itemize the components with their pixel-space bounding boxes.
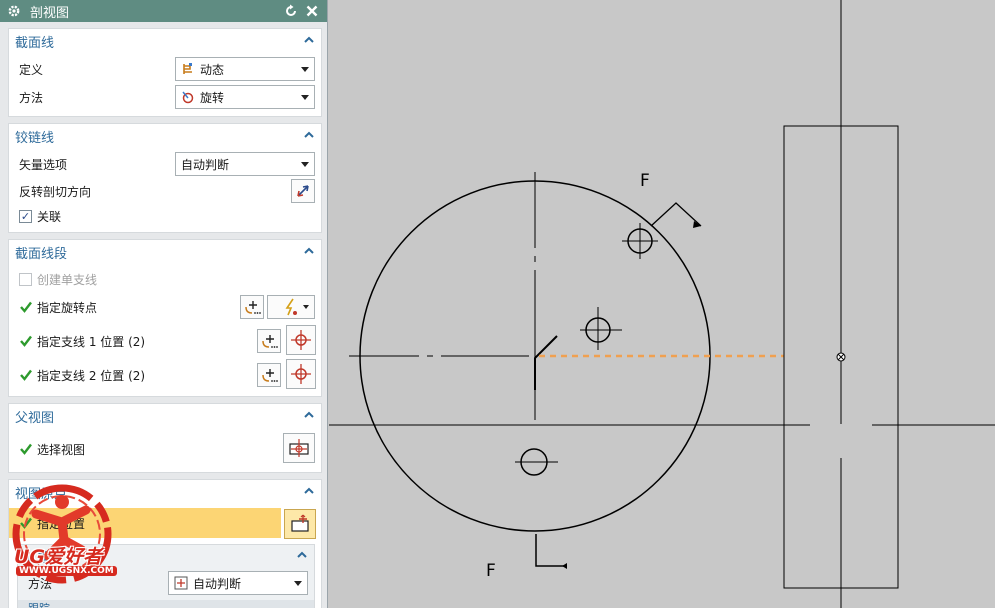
parent-view-group: 父视图 选择视图 (8, 403, 322, 473)
inferred-point-icon (285, 298, 297, 316)
section-line-group: 截面线 定义 动态 方法 旋转 (8, 28, 322, 117)
section-line-title: 截面线 (15, 35, 55, 51)
branch2-label: 指定支线 2 位置 (2) (37, 368, 146, 383)
parent-view-header[interactable]: 父视图 (9, 404, 321, 428)
hinge-line-title: 铰链线 (15, 130, 55, 146)
logo-url: WWW.UGSNX.COM (16, 566, 117, 576)
select-view-label: 选择视图 (37, 442, 86, 457)
dialog-titlebar: 剖视图 (0, 0, 327, 22)
branch2-crosshair-button[interactable] (286, 359, 316, 389)
branch1-label: 指定支线 1 位置 (2) (37, 334, 146, 349)
assoc-row: ✓ 关联 (9, 203, 321, 229)
point-inference-dropdown[interactable] (267, 295, 315, 319)
select-view-button[interactable] (283, 433, 315, 463)
parent-view-title: 父视图 (15, 410, 55, 426)
define-row: 定义 动态 (9, 56, 321, 82)
select-view-row: 选择视图 (9, 433, 321, 463)
green-check-icon (20, 369, 32, 381)
section-line-header[interactable]: 截面线 (9, 29, 321, 53)
chevron-down-icon (303, 305, 309, 309)
vector-value: 自动判断 (181, 157, 230, 172)
section-label-bottom[interactable]: F (486, 561, 496, 581)
green-check-icon (20, 443, 32, 455)
branch2-row: 指定支线 2 位置 (2) (9, 359, 321, 389)
chevron-up-icon[interactable] (303, 245, 315, 257)
chevron-down-icon (301, 162, 309, 167)
rotate-icon (181, 90, 195, 104)
close-icon[interactable] (303, 2, 321, 20)
logo-brand: UG爱好者 (14, 546, 103, 568)
hinge-line-group: 铰链线 矢量选项 自动判断 反转剖切方向 ✓ 关联 (8, 123, 322, 233)
vector-select[interactable]: 自动判断 (175, 152, 315, 176)
rotation-point-row: 指定旋转点 (9, 294, 321, 320)
point-dialog-button[interactable] (240, 295, 264, 319)
green-check-icon (20, 301, 32, 313)
specify-location-button[interactable] (284, 509, 316, 539)
vector-label: 矢量选项 (19, 157, 68, 172)
section-arrow-top[interactable] (650, 202, 702, 227)
section-line-rotated-segment[interactable] (534, 335, 558, 390)
single-branch-row: 创建单支线 (9, 266, 321, 292)
segment-title: 截面线段 (15, 246, 68, 262)
section-label-top[interactable]: F (640, 171, 650, 191)
point-dialog-icon (262, 335, 278, 348)
define-label: 定义 (19, 62, 44, 77)
place-view-icon (291, 514, 309, 532)
method-label: 方法 (19, 90, 44, 105)
chevron-down-icon (294, 581, 302, 586)
chevron-up-icon[interactable] (303, 34, 315, 46)
reverse-direction-icon (297, 185, 309, 197)
dynamic-icon (181, 62, 195, 76)
chevron-up-icon[interactable] (303, 409, 315, 421)
ug-logo-watermark: UG爱好者 WWW.UGSNX.COM (6, 480, 132, 606)
placement-method-value: 自动判断 (193, 576, 242, 591)
chevron-up-icon[interactable] (303, 129, 315, 141)
chevron-up-icon[interactable] (303, 485, 315, 497)
single-branch-checkbox[interactable] (19, 272, 32, 286)
reverse-label: 反转剖切方向 (19, 184, 92, 199)
auto-infer-icon (174, 576, 188, 590)
chevron-up-icon[interactable] (296, 549, 308, 561)
assoc-label: 关联 (37, 209, 62, 224)
vector-row: 矢量选项 自动判断 (9, 151, 321, 177)
crosshair-icon (291, 364, 311, 384)
drawing-sheet[interactable]: F F (329, 0, 995, 608)
hinge-line-header[interactable]: 铰链线 (9, 124, 321, 148)
reverse-direction-button[interactable] (291, 179, 315, 203)
side-view-gap (810, 424, 872, 458)
gear-icon[interactable] (6, 3, 22, 19)
graphics-window[interactable]: F F (329, 0, 995, 608)
branch2-point-button[interactable] (257, 363, 281, 387)
section-arrowhead-bottom (562, 563, 567, 569)
method-select[interactable]: 旋转 (175, 85, 315, 109)
dialog-title: 剖视图 (30, 5, 70, 21)
placement-method-select[interactable]: 自动判断 (168, 571, 308, 595)
reset-icon[interactable] (282, 2, 300, 20)
branch1-crosshair-button[interactable] (286, 325, 316, 355)
segment-header[interactable]: 截面线段 (9, 240, 321, 264)
snap-point-marker[interactable] (836, 352, 846, 362)
select-view-icon (289, 439, 309, 457)
chevron-down-icon (301, 67, 309, 72)
point-dialog-icon (245, 301, 261, 314)
point-dialog-icon (262, 369, 278, 382)
method-value: 旋转 (200, 90, 225, 105)
segment-group: 截面线段 创建单支线 指定旋转点 指定支线 1 位置 (2) 指定支线 2 位置… (8, 239, 322, 397)
branch1-row: 指定支线 1 位置 (2) (9, 325, 321, 355)
define-select[interactable]: 动态 (175, 57, 315, 81)
chevron-down-icon (301, 95, 309, 100)
define-value: 动态 (200, 62, 225, 77)
crosshair-icon (291, 330, 311, 350)
green-check-icon (20, 335, 32, 347)
rotation-point-label: 指定旋转点 (37, 300, 98, 315)
single-branch-label: 创建单支线 (37, 272, 98, 287)
reverse-row: 反转剖切方向 (9, 178, 321, 204)
section-arrow-bottom[interactable] (535, 534, 567, 567)
method-row: 方法 旋转 (9, 84, 321, 110)
assoc-checkbox[interactable]: ✓ (19, 209, 32, 223)
branch1-point-button[interactable] (257, 329, 281, 353)
section-view-dialog: 剖视图 截面线 定义 动态 方法 旋转 铰链线 矢量选项 自动判断 反转剖切方向… (0, 0, 328, 608)
